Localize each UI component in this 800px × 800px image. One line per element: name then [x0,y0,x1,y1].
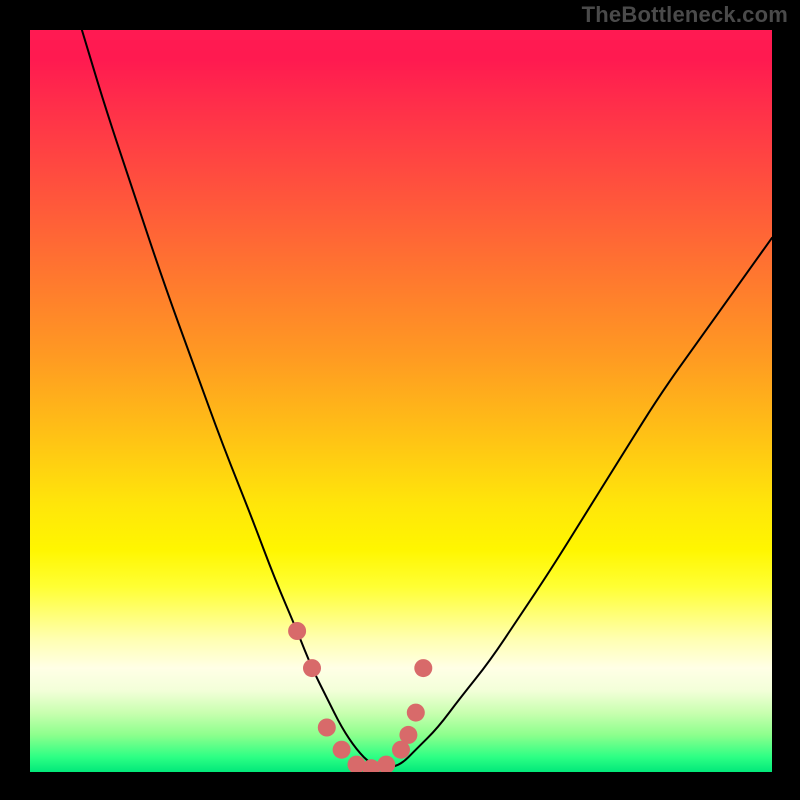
marker-point [414,659,432,677]
plot-area [30,30,772,772]
marker-point [288,622,306,640]
marker-point [303,659,321,677]
marker-point [333,741,351,759]
curve-svg [30,30,772,772]
watermark-text: TheBottleneck.com [582,2,788,28]
marker-point [399,726,417,744]
chart-container: TheBottleneck.com [0,0,800,800]
bottleneck-curve [82,30,772,767]
marker-point [377,756,395,772]
marker-group [288,622,432,772]
marker-point [318,719,336,737]
marker-point [407,704,425,722]
